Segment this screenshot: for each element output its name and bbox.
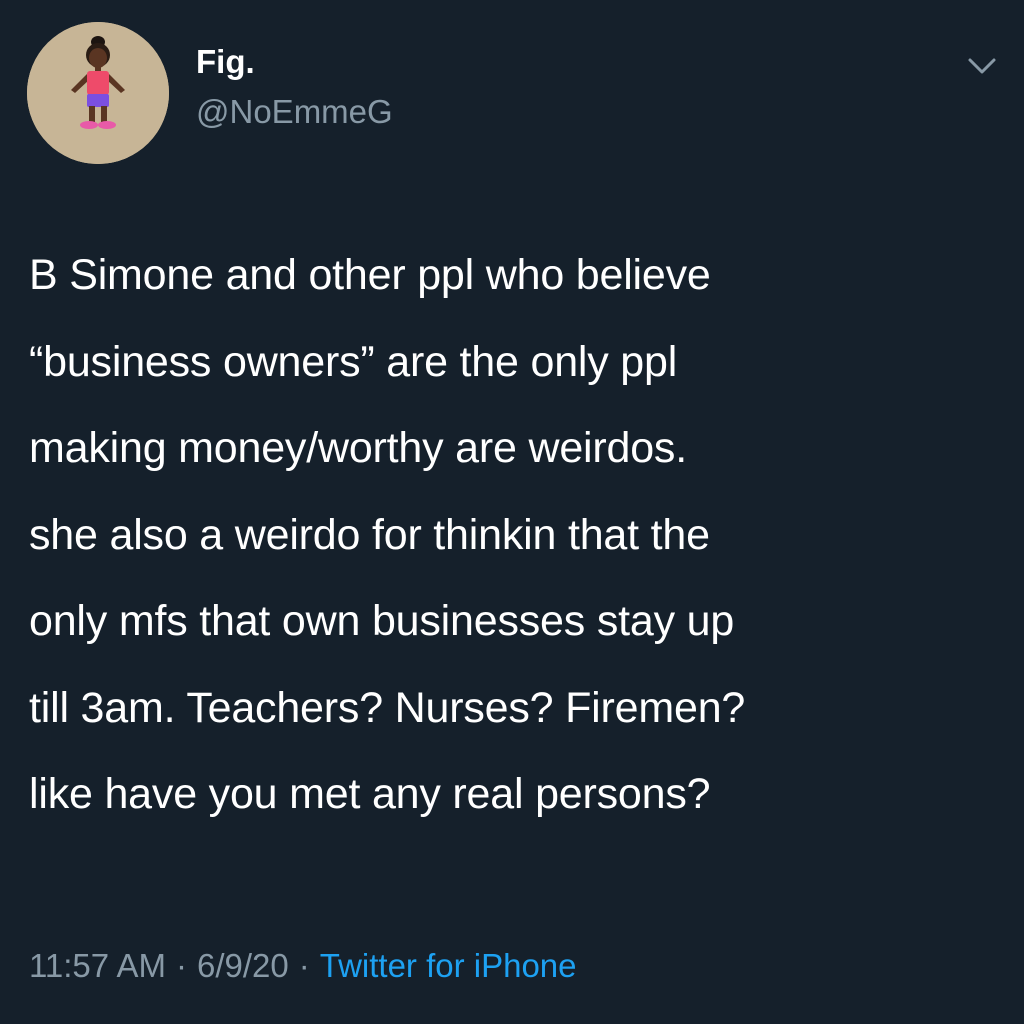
tweet-date[interactable]: 6/9/20 bbox=[197, 947, 289, 984]
chevron-down-icon[interactable] bbox=[962, 46, 1002, 86]
user-handle[interactable]: @NoEmmeG bbox=[196, 92, 393, 132]
meta-separator: · bbox=[298, 947, 310, 984]
meta-separator: · bbox=[175, 947, 187, 984]
tweet-source-link[interactable]: Twitter for iPhone bbox=[320, 947, 577, 984]
tweet-metadata: 11:57 AM · 6/9/20 · Twitter for iPhone bbox=[29, 942, 577, 990]
display-name[interactable]: Fig. bbox=[196, 42, 255, 82]
tweet-time[interactable]: 11:57 AM bbox=[29, 947, 166, 984]
avatar[interactable] bbox=[27, 22, 169, 164]
tweet-text: B Simone and other ppl who believe “busi… bbox=[29, 251, 746, 818]
avatar-figure-image bbox=[27, 22, 169, 164]
tweet-card: Fig. @NoEmmeG B Simone and other ppl who… bbox=[0, 0, 1024, 1024]
